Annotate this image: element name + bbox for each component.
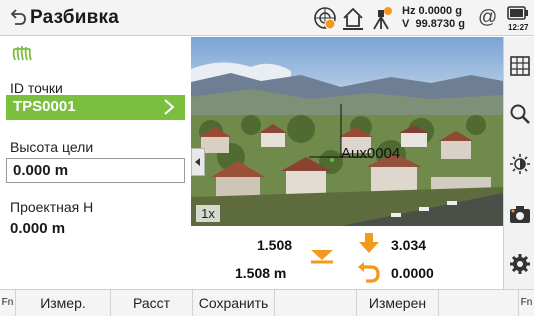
softkey-fn-left[interactable]: Fn [0,290,16,316]
caret-left-icon [195,158,200,166]
target-height-label: Высота цели [10,139,94,155]
softkey-distance[interactable]: Расст [111,290,193,316]
right-toolbar [503,37,534,289]
clock: 12:27 [508,23,529,32]
point-id-value: TPS0001 [13,98,76,115]
brightness-icon[interactable] [508,152,532,176]
v-label: V [402,18,410,30]
delta-bottom-right: 0.0000 [391,265,434,281]
delta-top-right: 3.034 [391,237,427,253]
softkey-measure[interactable]: Измер. [16,290,111,316]
home-icon[interactable] [340,5,366,31]
grid-icon[interactable] [508,54,532,78]
design-height-label: Проектная H [10,199,94,215]
title-bar: Разбивка Hz 0.0000 g V 99.8730 g @ 12:27 [0,0,534,36]
station-setup-icon[interactable] [368,5,394,31]
fill-down-icon [311,250,333,264]
delta-top-left: 1.508 [257,237,293,253]
chevron-right-icon [164,99,175,115]
point-id-label: ID точки [10,80,63,96]
stakeout-deltas: 1.508 1.508 m 3.034 0.0000 [191,226,503,289]
camera-image [191,37,503,226]
arrow-down-icon [359,233,379,253]
target-height-value: 0.000 m [13,162,69,179]
gear-icon[interactable] [508,252,532,276]
left-panel: ID точки TPS0001 Высота цели 0.000 m Про… [0,37,190,289]
magnifier-icon[interactable] [508,102,532,126]
design-height-value: 0.000 m [10,220,66,237]
camera-pan-left-button[interactable] [191,148,205,176]
back-arrow-icon[interactable] [8,7,30,29]
camera-view[interactable] [191,37,503,226]
camera-icon[interactable] [508,202,532,226]
hz-value: 0.0000 g [418,5,462,17]
angle-readout: Hz 0.0000 g V 99.8730 g [402,5,465,31]
softkey-spacer [439,290,519,316]
softkey-bar: Fn Измер. Расст Сохранить Измерен Fn [0,289,534,316]
target-height-field[interactable]: 0.000 m [6,158,185,183]
battery-icon [507,6,528,20]
hz-label: Hz [402,5,416,17]
softkey-fn-right[interactable]: Fn [519,290,534,316]
delta-bottom-left: 1.508 m [235,265,287,281]
zoom-level[interactable]: 1x [196,205,220,222]
level-bubble-icon[interactable] [312,5,338,31]
prism-icon [12,45,32,61]
point-id-selector[interactable]: TPS0001 [6,95,185,120]
target-mode-symbol[interactable]: @ [478,7,497,29]
page-title: Разбивка [30,7,119,28]
softkey-save[interactable]: Сохранить [193,290,275,316]
v-value: 99.8730 g [415,18,466,30]
softkey-measure-all[interactable]: Измерен [357,290,439,316]
target-point-label: Aux0004 [341,145,401,162]
softkey-empty[interactable] [275,290,357,316]
rotate-icon [358,262,380,283]
